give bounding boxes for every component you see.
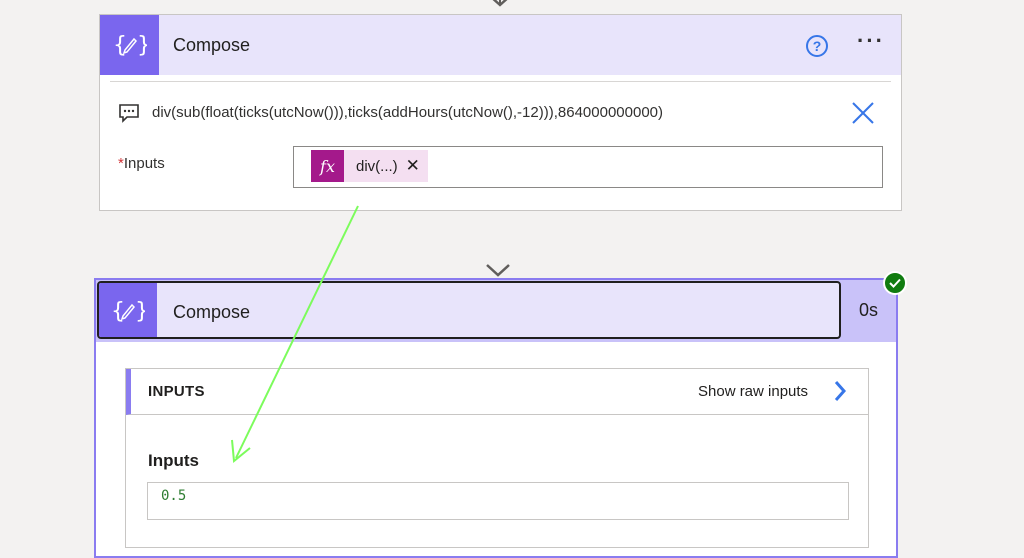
compose-braces-icon: { } [100, 15, 159, 75]
show-raw-inputs-link[interactable]: Show raw inputs [698, 383, 808, 400]
svg-text:{: { [113, 33, 127, 58]
inputs-value: 0.5 [161, 488, 187, 504]
chevron-right-icon[interactable] [833, 380, 847, 402]
expression-token[interactable]: fx div(...) ✕ [311, 150, 428, 182]
action-header[interactable]: { } Compose ? ··· [100, 15, 901, 75]
run-action-header-inner[interactable]: { } Compose [97, 281, 841, 339]
token-label: div(...) [356, 157, 398, 175]
fx-icon: fx [311, 150, 344, 182]
expression-text[interactable]: div(sub(float(ticks(utcNow())),ticks(add… [152, 104, 663, 121]
inputs-value-box: 0.5 [147, 482, 849, 520]
svg-text:}: } [135, 299, 145, 324]
header-divider [110, 81, 891, 82]
flow-connector-arrow-mid [486, 264, 510, 277]
inputs-section-header: INPUTS Show raw inputs [126, 369, 868, 415]
run-duration: 0s [859, 300, 879, 320]
token-remove-button[interactable]: ✕ [406, 156, 428, 176]
inputs-value-label: Inputs [148, 451, 199, 470]
inputs-field[interactable]: fx div(...) ✕ [293, 146, 883, 188]
inputs-panel: INPUTS Show raw inputs Inputs 0.5 [125, 368, 869, 548]
compose-action-card-run: { } Compose 0s INPUTS Show raw inputs In… [94, 278, 898, 558]
flow-connector-arrow-top [492, 0, 508, 7]
inputs-section-title: INPUTS [148, 383, 205, 400]
compose-action-card-edit: { } Compose ? ··· div(sub(float(ticks(ut… [99, 14, 902, 211]
comment-icon[interactable] [118, 103, 140, 123]
run-action-header[interactable]: { } Compose 0s [96, 280, 896, 342]
close-icon[interactable] [851, 101, 875, 125]
inputs-field-label: *Inputs [118, 155, 165, 172]
more-options-button[interactable]: ··· [857, 28, 885, 54]
svg-text:}: } [137, 33, 147, 58]
compose-braces-icon: { } [99, 283, 157, 337]
help-icon[interactable]: ? [806, 35, 828, 57]
check-circle-icon [883, 271, 907, 295]
action-title[interactable]: Compose [173, 35, 250, 56]
run-action-title[interactable]: Compose [173, 302, 250, 323]
svg-text:{: { [111, 299, 125, 324]
inputs-label-text: Inputs [123, 155, 165, 172]
